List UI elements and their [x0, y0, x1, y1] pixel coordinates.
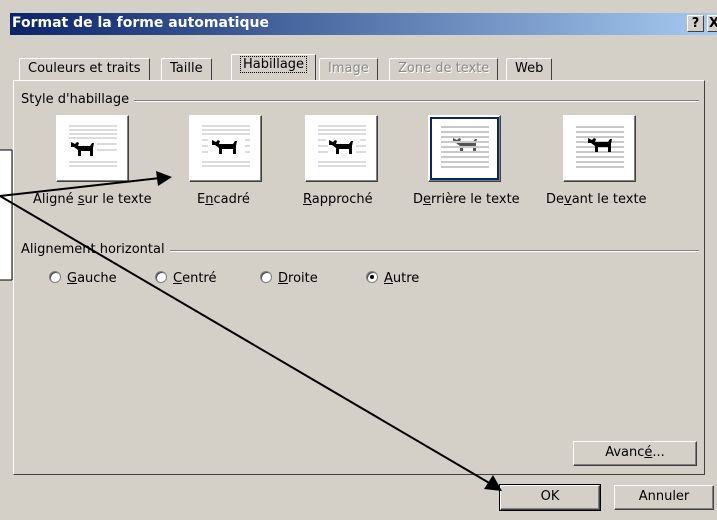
wrap-label-in-front[interactable]: Devant le texte	[546, 192, 647, 207]
tight-wrap-icon	[318, 125, 366, 167]
dialog-title: Format de la forme automatique	[12, 15, 269, 31]
wrap-option-inline[interactable]	[56, 115, 129, 182]
ok-button[interactable]: OK	[499, 484, 601, 511]
format-autoshape-dialog: Format de la forme automatique ? X Coule…	[0, 0, 717, 520]
tab-size[interactable]: Taille	[161, 58, 212, 80]
tab-layout[interactable]: Habillage	[231, 54, 317, 80]
advanced-button[interactable]: Avancé...	[573, 441, 697, 466]
inline-with-text-icon	[69, 125, 117, 167]
radio-other-circle[interactable]	[366, 271, 378, 283]
help-button[interactable]: ?	[687, 15, 704, 32]
wrap-style-group-label: Style d'habillage	[21, 92, 135, 107]
tab-picture: Image	[319, 58, 378, 80]
behind-text-icon	[441, 126, 489, 168]
tab-web[interactable]: Web	[506, 58, 553, 80]
close-button[interactable]: X	[707, 15, 717, 32]
wrap-option-tight[interactable]	[305, 115, 378, 182]
tab-text-box: Zone de texte	[389, 58, 499, 80]
wrap-label-inline[interactable]: Aligné sur le texte	[33, 192, 152, 207]
alignment-group-label: Alignement horizontal	[21, 242, 170, 257]
title-bar[interactable]: Format de la forme automatique ? X	[10, 13, 717, 35]
square-wrap-icon	[202, 125, 250, 167]
wrap-label-square[interactable]: Encadré	[197, 192, 250, 207]
in-front-of-text-icon	[576, 126, 624, 168]
radio-left-circle[interactable]	[49, 271, 61, 283]
wrap-option-behind-text[interactable]	[428, 115, 501, 182]
radio-center[interactable]: Centré	[155, 271, 216, 286]
tab-colors-and-lines[interactable]: Couleurs et traits	[19, 58, 150, 80]
radio-center-circle[interactable]	[155, 271, 167, 283]
radio-other[interactable]: Autre	[366, 271, 419, 286]
wrap-option-square[interactable]	[189, 115, 262, 182]
radio-right[interactable]: Droite	[260, 271, 318, 286]
wrap-label-behind-text[interactable]: Derrière le texte	[413, 192, 520, 207]
cancel-button[interactable]: Annuler	[614, 485, 714, 510]
wrap-option-in-front[interactable]	[563, 115, 636, 182]
wrap-label-tight[interactable]: Rapproché	[303, 192, 373, 207]
radio-left[interactable]: Gauche	[49, 271, 117, 286]
radio-right-circle[interactable]	[260, 271, 272, 283]
